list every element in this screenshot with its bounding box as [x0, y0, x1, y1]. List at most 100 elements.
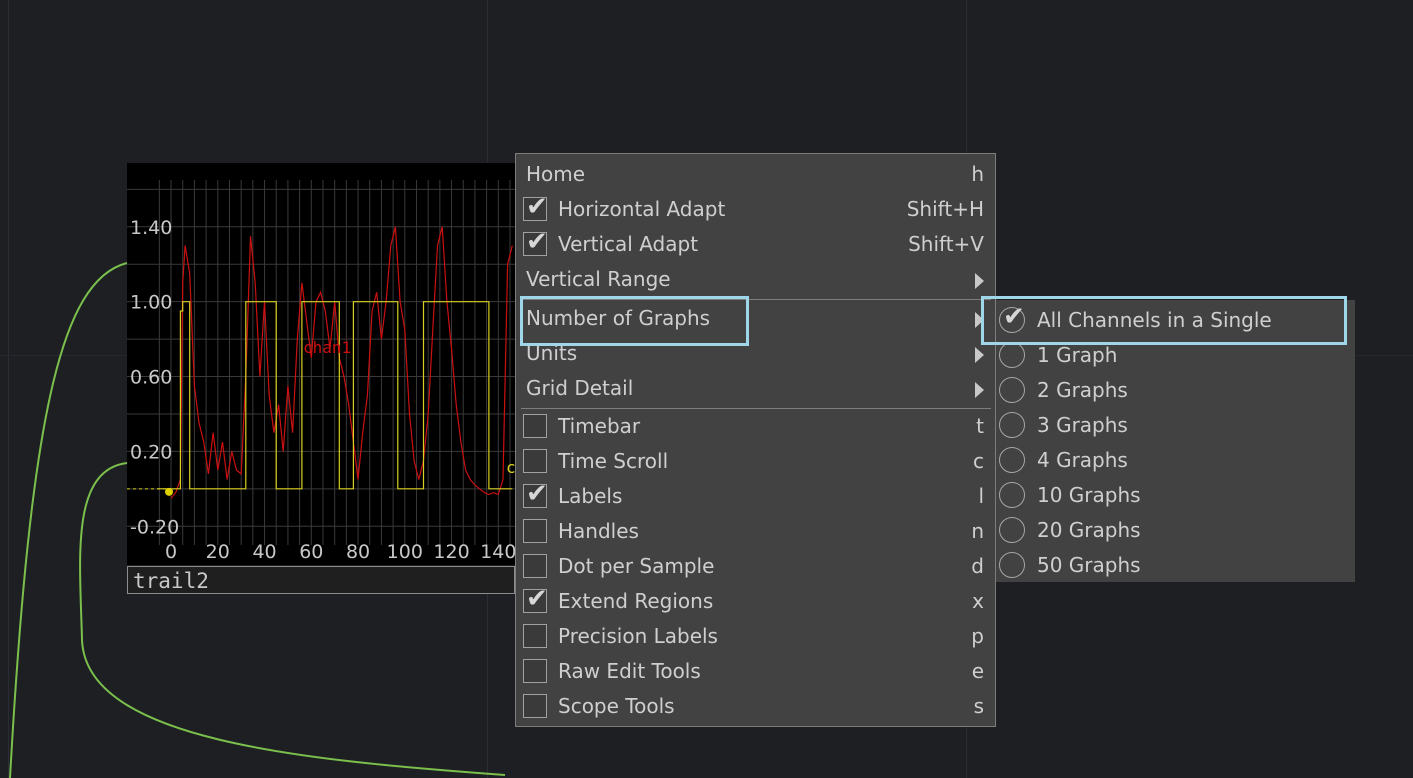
submenu-item-label: 50 Graphs [1037, 553, 1141, 577]
y-tick-label: 1.40 [130, 217, 172, 239]
menu-item-label: Vertical Adapt [558, 232, 699, 256]
menu-item-label: Time Scroll [558, 449, 669, 473]
menu-item-timebar[interactable]: ✔ Timebar t [516, 410, 995, 445]
checkbox-extend-regions[interactable]: ✔ [523, 584, 548, 614]
menu-item-label: Raw Edit Tools [558, 659, 701, 683]
menu-item-label: Vertical Range [526, 267, 671, 291]
checkmark-icon: ✔ [526, 192, 548, 222]
checkbox-vertical-adapt[interactable]: ✔ [523, 227, 548, 257]
y-tick-label: -0.20 [130, 516, 179, 538]
node-name-label[interactable]: trail2 [127, 566, 515, 594]
menu-item-shortcut: x [972, 589, 984, 613]
submenu-item-20-graphs[interactable]: ✔ 20 Graphs [996, 514, 1355, 549]
menu-item-scope-tools[interactable]: ✔ Scope Tools s [516, 690, 995, 725]
checkbox-raw-edit-tools[interactable]: ✔ [523, 659, 547, 683]
menu-item-time-scroll[interactable]: ✔ Time Scroll c [516, 445, 995, 480]
menu-item-labels[interactable]: ✔ Labels l [516, 479, 995, 515]
menu-item-label: Grid Detail [526, 376, 634, 400]
x-tick-label: 60 [299, 541, 323, 563]
menu-item-shortcut: e [971, 659, 984, 683]
checkbox-horizontal-adapt[interactable]: ✔ [523, 192, 548, 222]
menu-item-raw-edit-tools[interactable]: ✔ Raw Edit Tools e [516, 655, 995, 690]
menu-item-precision-labels[interactable]: ✔ Precision Labels p [516, 620, 995, 655]
submenu-item-50-graphs[interactable]: ✔ 50 Graphs [996, 549, 1355, 584]
submenu-item-label: 2 Graphs [1037, 378, 1128, 402]
x-tick-label: 40 [252, 541, 276, 563]
menu-item-shortcut: c [973, 449, 984, 473]
channel-label: chan1 [303, 338, 351, 357]
radio-1-graph[interactable]: ✔ [999, 342, 1025, 368]
menu-item-label: Horizontal Adapt [558, 197, 726, 221]
menu-item-home[interactable]: Home h [516, 158, 995, 193]
chop-node-trail2[interactable]: 1.40 1.00 0.60 0.20 -0.20 0 20 40 60 80 100 120 140 … [127, 163, 517, 595]
x-tick-label: 120 [433, 541, 469, 563]
checkbox-time-scroll[interactable]: ✔ [523, 449, 547, 473]
wire-1[interactable] [9, 262, 128, 778]
x-tick-label: 100 [387, 541, 423, 563]
y-tick-label: 1.00 [130, 292, 172, 314]
series-line-chan1 [170, 226, 513, 499]
submenu-item-3-graphs[interactable]: ✔ 3 Graphs [996, 409, 1355, 444]
x-tick-label: 80 [346, 541, 370, 563]
submenu-item-label: 1 Graph [1037, 343, 1118, 367]
submenu-item-label: 4 Graphs [1037, 448, 1128, 472]
x-tick-label: 20 [206, 541, 230, 563]
radio-20-graphs[interactable]: ✔ [999, 517, 1025, 543]
menu-item-shortcut: Shift+V [908, 232, 984, 256]
radio-2-graphs[interactable]: ✔ [999, 377, 1025, 403]
menu-item-extend-regions[interactable]: ✔ Extend Regions x [516, 584, 995, 620]
channel-viewer[interactable]: 1.40 1.00 0.60 0.20 -0.20 0 20 40 60 80 100 120 140 … [127, 163, 517, 565]
submenu-item-label: 10 Graphs [1037, 483, 1141, 507]
y-tick-label: 0.20 [130, 441, 172, 463]
viewer-context-menu: Home h ✔ Horizontal Adapt Shift+H ✔ Vert… [515, 153, 996, 727]
channel-graph: 1.401.000.600.20-0.200 20 40 60 80 100 120 140 … [127, 180, 517, 563]
checkbox-precision-labels[interactable]: ✔ [523, 624, 547, 648]
menu-item-dot-per-sample[interactable]: ✔ Dot per Sample d [516, 550, 995, 585]
highlight-number-of-graphs [520, 296, 749, 346]
menu-item-vertical-range[interactable]: Vertical Range [516, 263, 995, 298]
menu-item-label: Handles [558, 519, 639, 543]
checkbox-timebar[interactable]: ✔ [523, 414, 547, 438]
menu-item-label: Scope Tools [558, 694, 675, 718]
submenu-arrow-icon [975, 347, 984, 363]
submenu-item-10-graphs[interactable]: ✔ 10 Graphs [996, 479, 1355, 514]
radio-4-graphs[interactable]: ✔ [999, 447, 1025, 473]
checkmark-icon: ✔ [526, 584, 548, 614]
menu-item-shortcut: l [978, 484, 984, 508]
radio-3-graphs[interactable]: ✔ [999, 412, 1025, 438]
menu-item-shortcut: Shift+H [906, 197, 984, 221]
menu-item-handles[interactable]: ✔ Handles n [516, 515, 995, 550]
highlight-all-channels [981, 296, 1347, 345]
checkbox-handles[interactable]: ✔ [523, 519, 547, 543]
menu-item-label: Extend Regions [558, 589, 714, 613]
checkbox-scope-tools[interactable]: ✔ [523, 694, 547, 718]
menu-item-label: Home [526, 162, 586, 186]
menu-item-vertical-adapt[interactable]: ✔ Vertical Adapt Shift+V [516, 227, 995, 263]
y-tick-label: 0.60 [130, 367, 172, 389]
submenu-item-label: 3 Graphs [1037, 413, 1128, 437]
menu-item-shortcut: d [971, 554, 984, 578]
submenu-item-label: 20 Graphs [1037, 518, 1141, 542]
submenu-arrow-icon [975, 382, 984, 398]
checkmark-icon: ✔ [526, 227, 548, 257]
menu-item-grid-detail[interactable]: Grid Detail [516, 372, 995, 407]
submenu-arrow-icon [975, 273, 984, 289]
submenu-item-2-graphs[interactable]: ✔ 2 Graphs [996, 374, 1355, 409]
x-tick-label: 140 [480, 541, 516, 563]
menu-item-shortcut: h [971, 162, 984, 186]
start-marker [165, 487, 174, 496]
menu-item-horizontal-adapt[interactable]: ✔ Horizontal Adapt Shift+H [516, 192, 995, 228]
x-tick-label: 0 [165, 541, 177, 563]
checkbox-labels[interactable]: ✔ [523, 479, 548, 509]
checkbox-dot-per-sample[interactable]: ✔ [523, 554, 547, 578]
radio-10-graphs[interactable]: ✔ [999, 482, 1025, 508]
menu-item-label: Dot per Sample [558, 554, 715, 578]
menu-item-shortcut: p [971, 624, 984, 648]
submenu-item-4-graphs[interactable]: ✔ 4 Graphs [996, 444, 1355, 479]
checkmark-icon: ✔ [526, 479, 548, 509]
menu-item-shortcut: s [973, 694, 984, 718]
menu-item-shortcut: n [971, 519, 984, 543]
menu-item-label: Timebar [558, 414, 641, 438]
menu-item-shortcut: t [976, 414, 984, 438]
radio-50-graphs[interactable]: ✔ [999, 552, 1025, 578]
